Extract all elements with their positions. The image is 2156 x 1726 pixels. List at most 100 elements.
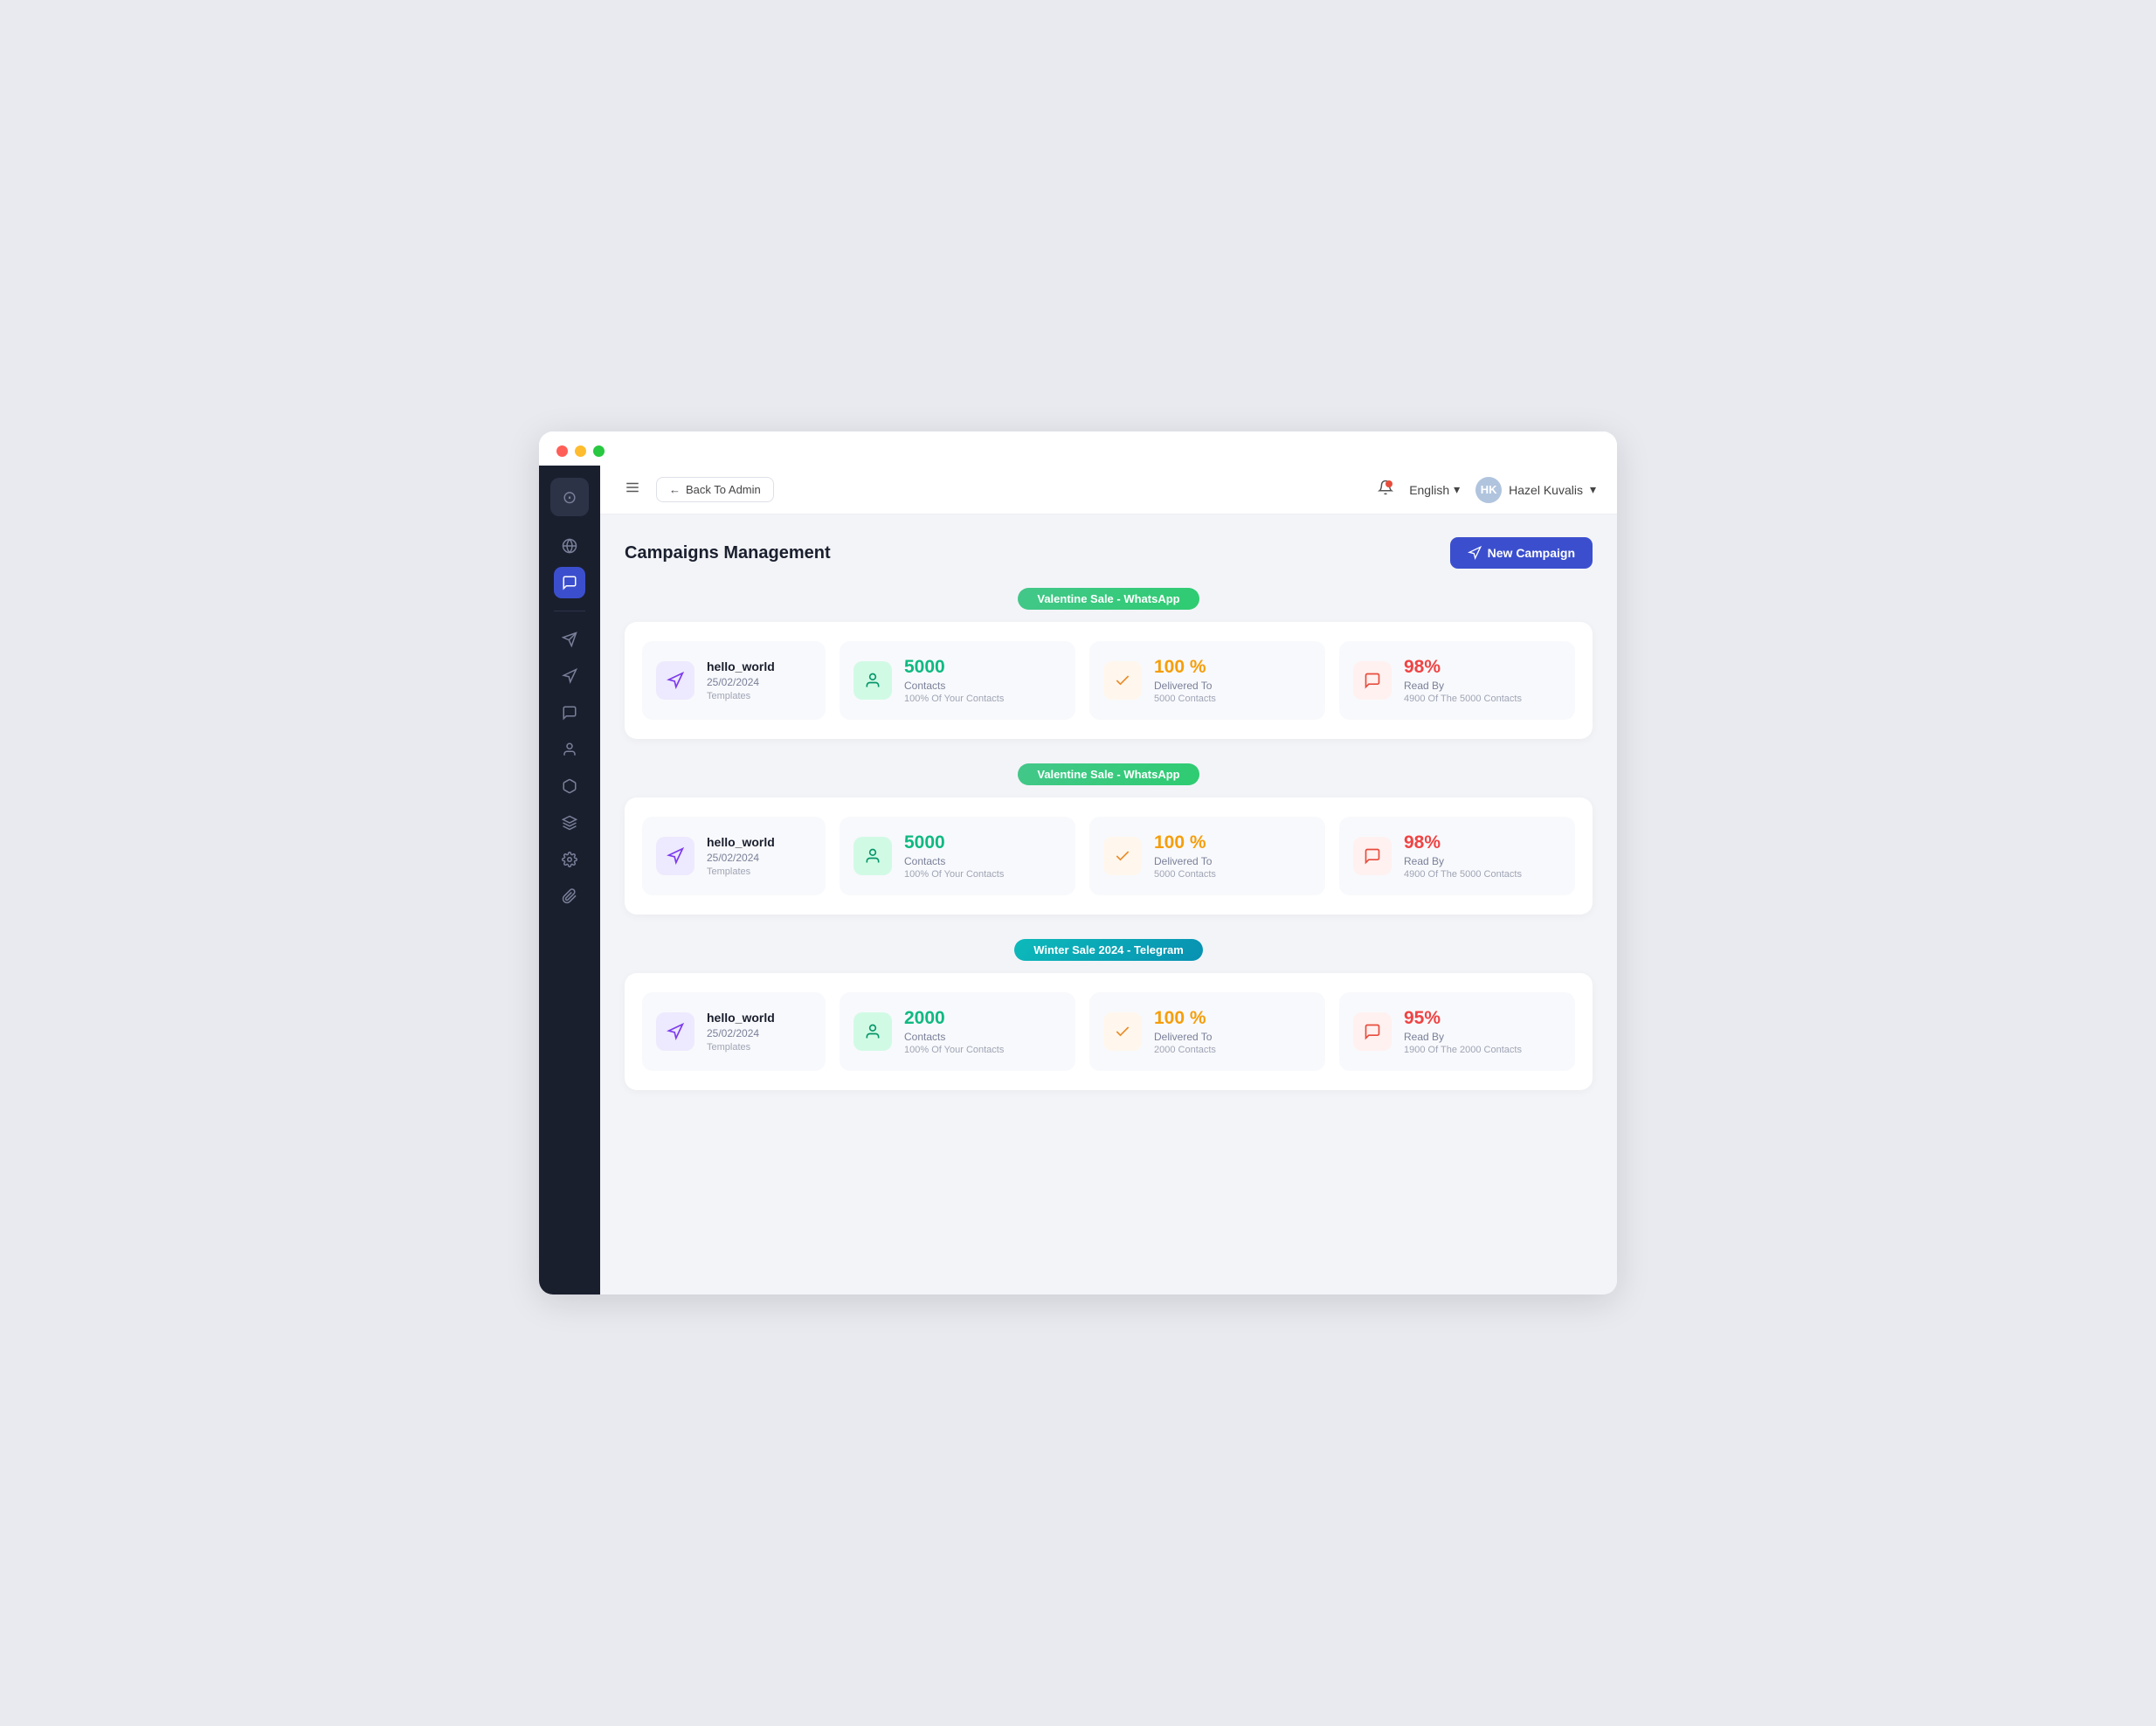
delivered-stat-1: 100 % Delivered To 5000 Contacts <box>1089 641 1325 720</box>
read-number-3: 95% <box>1404 1008 1522 1029</box>
delivered-label-3: Delivered To <box>1154 1031 1216 1043</box>
campaign-card-1: hello_world 25/02/2024 Templates 5000 <box>625 622 1593 739</box>
sidebar-item-globe[interactable] <box>554 530 585 562</box>
campaign-section-2: Valentine Sale - WhatsApp hello_world 25… <box>625 763 1593 915</box>
new-campaign-label: New Campaign <box>1488 546 1575 560</box>
template-date-3: 25/02/2024 <box>707 1027 775 1039</box>
delivered-sub-2: 5000 Contacts <box>1154 869 1216 880</box>
dot-green[interactable] <box>593 445 605 457</box>
campaign-card-2: hello_world 25/02/2024 Templates 5000 <box>625 797 1593 915</box>
campaign-label-wrap-3: Winter Sale 2024 - Telegram <box>625 939 1593 961</box>
read-stat-1: 98% Read By 4900 Of The 5000 Contacts <box>1339 641 1575 720</box>
menu-button[interactable] <box>621 476 644 503</box>
contacts-info-1: 5000 Contacts 100% Of Your Contacts <box>904 657 1004 704</box>
contacts-label-2: Contacts <box>904 855 1004 867</box>
template-name-2: hello_world <box>707 835 775 849</box>
language-label: English <box>1409 483 1449 497</box>
campaign-section-1: Valentine Sale - WhatsApp hello_world 25… <box>625 588 1593 739</box>
campaign-section-3: Winter Sale 2024 - Telegram hello_world … <box>625 939 1593 1090</box>
delivered-label-1: Delivered To <box>1154 680 1216 692</box>
contacts-icon-1 <box>853 661 892 700</box>
read-info-1: 98% Read By 4900 Of The 5000 Contacts <box>1404 657 1522 704</box>
read-sub-1: 4900 Of The 5000 Contacts <box>1404 694 1522 704</box>
topbar: ← Back To Admin English ▾ HK <box>600 466 1617 514</box>
back-arrow-icon: ← <box>669 483 681 496</box>
sidebar-item-chat[interactable] <box>554 697 585 728</box>
main-content: ← Back To Admin English ▾ HK <box>600 466 1617 1294</box>
delivered-number-1: 100 % <box>1154 657 1216 678</box>
user-menu-button[interactable]: HK Hazel Kuvalis ▾ <box>1475 477 1596 503</box>
read-info-2: 98% Read By 4900 Of The 5000 Contacts <box>1404 832 1522 880</box>
delivered-icon-2 <box>1103 837 1142 875</box>
read-sub-2: 4900 Of The 5000 Contacts <box>1404 869 1522 880</box>
template-type-1: Templates <box>707 691 775 701</box>
sidebar-item-settings[interactable] <box>554 844 585 875</box>
app-window: ⊙ <box>539 432 1617 1294</box>
read-info-3: 95% Read By 1900 Of The 2000 Contacts <box>1404 1008 1522 1055</box>
sidebar: ⊙ <box>539 466 600 1294</box>
sidebar-logo: ⊙ <box>550 478 589 516</box>
campaign-label-1: Valentine Sale - WhatsApp <box>1018 588 1199 610</box>
delivered-icon-3 <box>1103 1012 1142 1051</box>
contacts-sub-2: 100% Of Your Contacts <box>904 869 1004 880</box>
template-name-1: hello_world <box>707 659 775 673</box>
app-body: ⊙ <box>539 466 1617 1294</box>
delivered-number-2: 100 % <box>1154 832 1216 853</box>
delivered-icon-1 <box>1103 661 1142 700</box>
read-stat-3: 95% Read By 1900 Of The 2000 Contacts <box>1339 992 1575 1071</box>
campaign-label-2: Valentine Sale - WhatsApp <box>1018 763 1199 785</box>
template-info-3: hello_world 25/02/2024 Templates <box>707 1011 775 1053</box>
contacts-number-2: 5000 <box>904 832 1004 853</box>
contacts-label-1: Contacts <box>904 680 1004 692</box>
template-card-1: hello_world 25/02/2024 Templates <box>642 641 826 720</box>
contacts-info-3: 2000 Contacts 100% Of Your Contacts <box>904 1008 1004 1055</box>
user-avatar: HK <box>1475 477 1502 503</box>
contacts-number-3: 2000 <box>904 1008 1004 1029</box>
language-arrow-icon: ▾ <box>1454 482 1460 497</box>
back-to-admin-button[interactable]: ← Back To Admin <box>656 477 774 502</box>
delivered-sub-1: 5000 Contacts <box>1154 694 1216 704</box>
sidebar-item-rocket[interactable] <box>554 807 585 839</box>
read-icon-1 <box>1353 661 1392 700</box>
sidebar-item-flag[interactable] <box>554 770 585 802</box>
dot-yellow[interactable] <box>575 445 586 457</box>
robot-icon: ⊙ <box>563 487 577 508</box>
sidebar-item-attachment[interactable] <box>554 880 585 912</box>
user-name: Hazel Kuvalis <box>1509 483 1583 497</box>
read-icon-2 <box>1353 837 1392 875</box>
delivered-label-2: Delivered To <box>1154 855 1216 867</box>
contacts-stat-2: 5000 Contacts 100% Of Your Contacts <box>840 817 1075 895</box>
page-header: Campaigns Management New Campaign <box>625 537 1593 569</box>
sidebar-item-send[interactable] <box>554 624 585 655</box>
campaign-label-wrap-1: Valentine Sale - WhatsApp <box>625 588 1593 610</box>
delivered-info-2: 100 % Delivered To 5000 Contacts <box>1154 832 1216 880</box>
contacts-label-3: Contacts <box>904 1031 1004 1043</box>
contacts-icon-2 <box>853 837 892 875</box>
read-number-2: 98% <box>1404 832 1522 853</box>
delivered-number-3: 100 % <box>1154 1008 1216 1029</box>
template-icon-1 <box>656 661 694 700</box>
read-label-1: Read By <box>1404 680 1522 692</box>
page-title: Campaigns Management <box>625 543 831 563</box>
dot-red[interactable] <box>556 445 568 457</box>
read-label-3: Read By <box>1404 1031 1522 1043</box>
sidebar-item-megaphone[interactable] <box>554 660 585 692</box>
contacts-stat-3: 2000 Contacts 100% Of Your Contacts <box>840 992 1075 1071</box>
sidebar-item-contacts[interactable] <box>554 734 585 765</box>
delivered-stat-2: 100 % Delivered To 5000 Contacts <box>1089 817 1325 895</box>
sidebar-item-whatsapp[interactable] <box>554 567 585 598</box>
template-name-3: hello_world <box>707 1011 775 1025</box>
language-button[interactable]: English ▾ <box>1409 482 1460 497</box>
contacts-icon-3 <box>853 1012 892 1051</box>
template-date-1: 25/02/2024 <box>707 676 775 688</box>
template-icon-2 <box>656 837 694 875</box>
user-arrow-icon: ▾ <box>1590 482 1596 497</box>
template-icon-3 <box>656 1012 694 1051</box>
new-campaign-button[interactable]: New Campaign <box>1450 537 1593 569</box>
notification-button[interactable] <box>1378 480 1393 500</box>
title-bar <box>539 432 1617 466</box>
contacts-stat-1: 5000 Contacts 100% Of Your Contacts <box>840 641 1075 720</box>
delivered-stat-3: 100 % Delivered To 2000 Contacts <box>1089 992 1325 1071</box>
campaign-card-3: hello_world 25/02/2024 Templates 2000 <box>625 973 1593 1090</box>
campaign-label-3: Winter Sale 2024 - Telegram <box>1014 939 1203 961</box>
